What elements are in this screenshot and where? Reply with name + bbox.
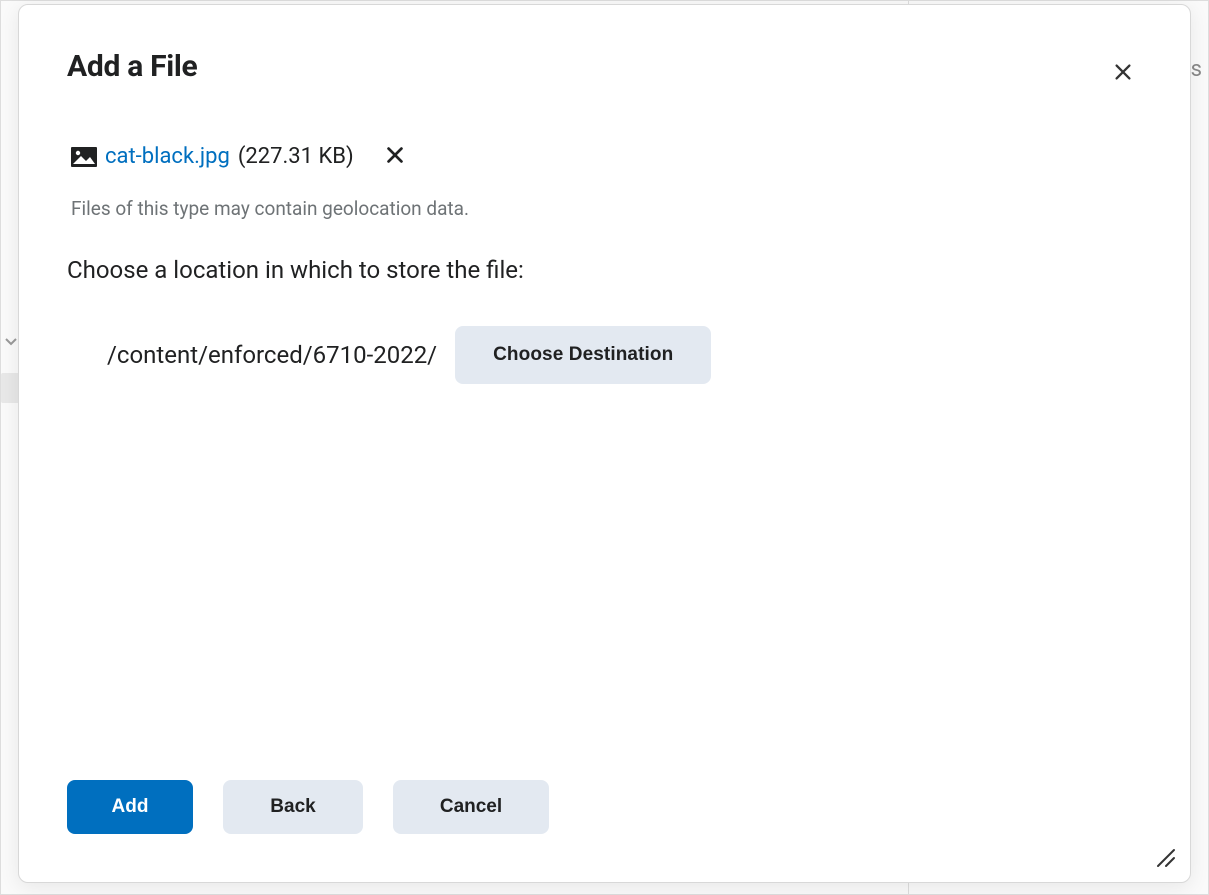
modal-body: cat-black.jpg (227.31 KB) Files of this … (19, 92, 1190, 756)
cancel-button[interactable]: Cancel (393, 780, 549, 834)
close-icon (1112, 71, 1134, 86)
location-prompt: Choose a location in which to store the … (67, 256, 1142, 284)
destination-path: /content/enforced/6710-2022/ (107, 341, 437, 369)
file-row: cat-black.jpg (227.31 KB) (71, 140, 1142, 173)
remove-icon (384, 154, 406, 169)
choose-destination-button[interactable]: Choose Destination (455, 326, 711, 384)
add-button[interactable]: Add (67, 780, 193, 834)
modal-title: Add a File (67, 49, 197, 84)
modal-header: Add a File (19, 5, 1190, 92)
remove-file-button[interactable] (380, 140, 410, 173)
resize-handle[interactable] (1152, 844, 1176, 868)
background-text-fragment: s (1191, 57, 1202, 82)
geolocation-warning: Files of this type may contain geolocati… (71, 197, 1142, 220)
close-button[interactable] (1106, 55, 1140, 92)
modal-footer: Add Back Cancel (19, 756, 1190, 882)
destination-row: /content/enforced/6710-2022/ Choose Dest… (107, 326, 1142, 384)
add-file-modal: Add a File cat-black.jpg (227.31 KB) (18, 4, 1191, 883)
file-name-link[interactable]: cat-black.jpg (105, 144, 230, 169)
back-button[interactable]: Back (223, 780, 363, 834)
image-icon (71, 147, 97, 167)
file-size-text: (227.31 KB) (238, 144, 354, 169)
